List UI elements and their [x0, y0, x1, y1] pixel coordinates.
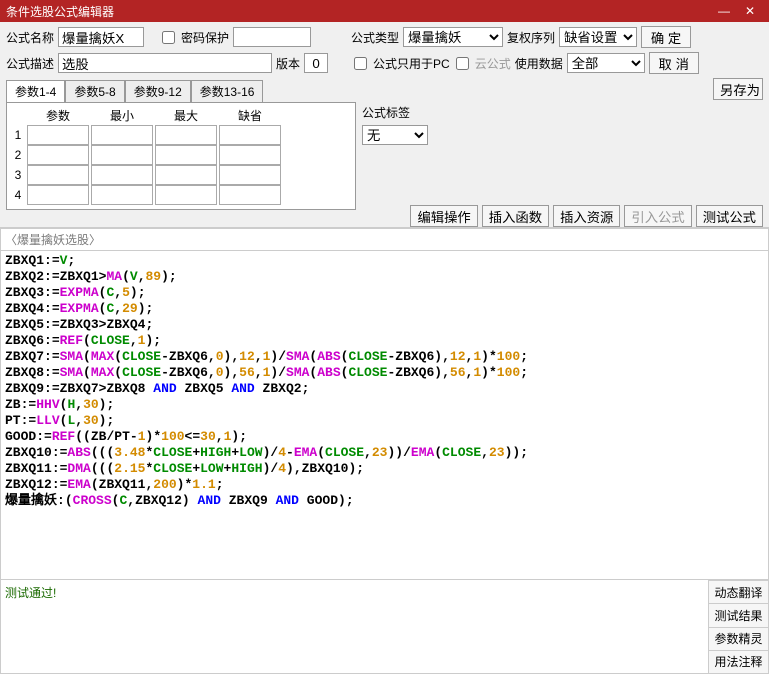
- type-select[interactable]: 爆量擒妖: [403, 27, 503, 47]
- tab-params-13-16[interactable]: 参数13-16: [191, 80, 264, 102]
- sidetab-usage[interactable]: 用法注释: [708, 650, 768, 673]
- minimize-icon[interactable]: —: [711, 4, 737, 18]
- test-button[interactable]: 测试公式: [696, 205, 763, 227]
- param-cell[interactable]: [155, 185, 217, 205]
- param-cell[interactable]: [27, 145, 89, 165]
- cancel-button[interactable]: 取 消: [649, 52, 699, 74]
- param-hdr-min: 最小: [91, 107, 153, 125]
- param-row-4: 4: [11, 185, 25, 205]
- param-cell[interactable]: [91, 165, 153, 185]
- param-cell[interactable]: [155, 125, 217, 145]
- code-title: 〈爆量擒妖选股〉: [0, 228, 769, 250]
- param-cell[interactable]: [91, 185, 153, 205]
- pconly-checkbox[interactable]: [354, 57, 367, 70]
- tab-params-9-12[interactable]: 参数9-12: [125, 80, 191, 102]
- pwd-checkbox[interactable]: [162, 31, 175, 44]
- tag-select[interactable]: 无: [362, 125, 428, 145]
- param-row-1: 1: [11, 125, 25, 145]
- param-cell[interactable]: [155, 145, 217, 165]
- pwd-field[interactable]: [233, 27, 311, 47]
- label-pconly: 公式只用于PC: [373, 55, 450, 72]
- param-hdr-def: 缺省: [219, 107, 281, 125]
- param-row-2: 2: [11, 145, 25, 165]
- param-cell[interactable]: [27, 125, 89, 145]
- seq-select[interactable]: 缺省设置: [559, 27, 637, 47]
- param-cell[interactable]: [219, 185, 281, 205]
- label-type: 公式类型: [351, 29, 399, 46]
- param-cell[interactable]: [219, 145, 281, 165]
- sidetab-translate[interactable]: 动态翻译: [708, 580, 768, 603]
- insfn-button[interactable]: 插入函数: [482, 205, 549, 227]
- label-usedata: 使用数据: [515, 55, 563, 72]
- params-panel: 1 2 3 4 参数 最小 最大 缺省: [6, 103, 356, 210]
- desc-field[interactable]: [58, 53, 272, 73]
- close-icon[interactable]: ✕: [737, 4, 763, 18]
- param-cell[interactable]: [155, 165, 217, 185]
- code-editor[interactable]: ZBXQ1:=V; ZBXQ2:=ZBXQ1>MA(V,89); ZBXQ3:=…: [0, 250, 769, 580]
- insres-button[interactable]: 插入资源: [553, 205, 620, 227]
- param-cell[interactable]: [219, 125, 281, 145]
- param-cell[interactable]: [27, 165, 89, 185]
- cloud-checkbox[interactable]: [456, 57, 469, 70]
- label-name: 公式名称: [6, 29, 54, 46]
- status-text: 测试通过!: [1, 580, 708, 673]
- param-hdr-max: 最大: [155, 107, 217, 125]
- label-cloud: 云公式: [475, 55, 511, 72]
- sidetab-paramwiz[interactable]: 参数精灵: [708, 627, 768, 650]
- tab-params-5-8[interactable]: 参数5-8: [65, 80, 124, 102]
- sidetab-testresult[interactable]: 测试结果: [708, 603, 768, 626]
- param-row-3: 3: [11, 165, 25, 185]
- ver-field[interactable]: [304, 53, 328, 73]
- label-desc: 公式描述: [6, 55, 54, 72]
- editop-button[interactable]: 编辑操作: [410, 205, 477, 227]
- label-tag: 公式标签: [362, 104, 410, 121]
- bottom-panel: 测试通过! 动态翻译 测试结果 参数精灵 用法注释: [0, 580, 769, 674]
- param-cell[interactable]: [219, 165, 281, 185]
- tab-params-1-4[interactable]: 参数1-4: [6, 80, 65, 102]
- param-hdr-name: 参数: [27, 107, 89, 125]
- param-cell[interactable]: [91, 145, 153, 165]
- label-pwd: 密码保护: [181, 29, 229, 46]
- saveas-button[interactable]: 另存为: [713, 78, 763, 100]
- param-cell[interactable]: [27, 185, 89, 205]
- label-ver: 版本: [276, 55, 300, 72]
- titlebar: 条件选股公式编辑器 — ✕: [0, 0, 769, 22]
- param-tabs: 参数1-4 参数5-8 参数9-12 参数13-16: [6, 80, 356, 103]
- refform-button[interactable]: 引入公式: [624, 205, 691, 227]
- name-field[interactable]: [58, 27, 144, 47]
- toolbar: 公式名称 密码保护 公式类型 爆量擒妖 复权序列 缺省设置 确 定 公式描述 版…: [0, 22, 769, 228]
- label-seq: 复权序列: [507, 29, 555, 46]
- ok-button[interactable]: 确 定: [641, 26, 691, 48]
- param-cell[interactable]: [91, 125, 153, 145]
- window-title: 条件选股公式编辑器: [6, 3, 711, 20]
- usedata-select[interactable]: 全部: [567, 53, 645, 73]
